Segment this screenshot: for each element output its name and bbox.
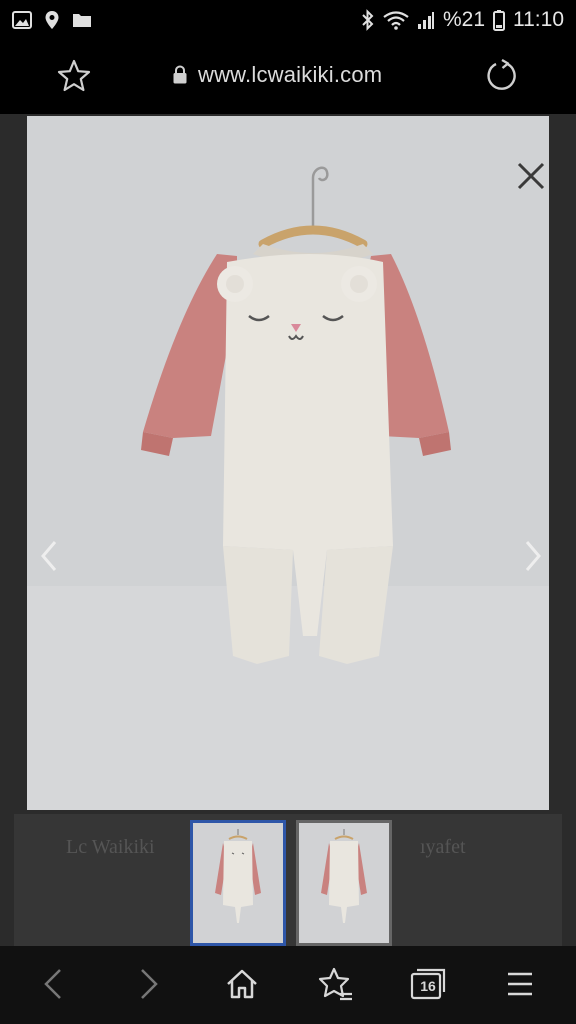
thumbnail-1[interactable]	[190, 820, 286, 946]
close-icon	[517, 162, 545, 190]
close-viewer-button[interactable]	[511, 156, 549, 196]
reload-icon	[487, 58, 516, 90]
forward-button[interactable]	[128, 964, 168, 1004]
status-bar: %21 11:10	[0, 0, 576, 40]
next-image-button[interactable]	[515, 536, 549, 576]
chevron-right-icon	[141, 969, 158, 999]
web-page: Lc Waikiki ıyafet	[0, 114, 576, 946]
browser-toolbar: www.lcwaikiki.com	[0, 40, 576, 114]
address-bar[interactable]: www.lcwaikiki.com	[172, 62, 382, 88]
chevron-right-icon	[525, 541, 541, 571]
battery-percent: %21	[442, 8, 485, 31]
home-icon	[227, 969, 257, 999]
battery-icon	[493, 10, 505, 31]
reload-button[interactable]	[484, 58, 520, 94]
previous-image-button[interactable]	[33, 536, 67, 576]
bluetooth-icon	[362, 9, 374, 31]
clock: 11:10	[513, 8, 564, 31]
add-bookmark-button[interactable]	[56, 58, 92, 94]
hamburger-menu-icon	[508, 972, 532, 996]
bookmarks-button[interactable]	[316, 964, 356, 1004]
gallery-icon	[12, 11, 32, 29]
back-button[interactable]	[34, 964, 74, 1004]
chevron-left-icon	[44, 969, 61, 999]
signal-icon	[417, 12, 434, 29]
browser-bottom-nav: 16	[0, 946, 576, 1024]
url-text: www.lcwaikiki.com	[198, 62, 383, 87]
home-button[interactable]	[222, 964, 262, 1004]
product-image[interactable]	[27, 116, 549, 810]
menu-button[interactable]	[500, 964, 540, 1004]
status-notifications	[12, 10, 92, 30]
product-image-viewer[interactable]	[27, 116, 549, 810]
tab-count: 16	[420, 978, 436, 994]
chevron-left-icon	[41, 541, 57, 571]
thumbnail-image	[321, 829, 367, 923]
wifi-icon	[383, 11, 409, 30]
thumbnail-2[interactable]	[296, 820, 392, 946]
thumbnail-image	[215, 829, 261, 923]
status-system: %21 11:10	[361, 8, 564, 32]
folder-icon	[73, 14, 91, 27]
tabs-button[interactable]: 16	[408, 964, 448, 1004]
lock-icon	[173, 65, 187, 84]
star-icon	[57, 59, 91, 92]
bookmark-star-icon	[318, 967, 352, 1001]
thumbnail-strip	[0, 820, 576, 946]
location-icon	[45, 11, 59, 29]
